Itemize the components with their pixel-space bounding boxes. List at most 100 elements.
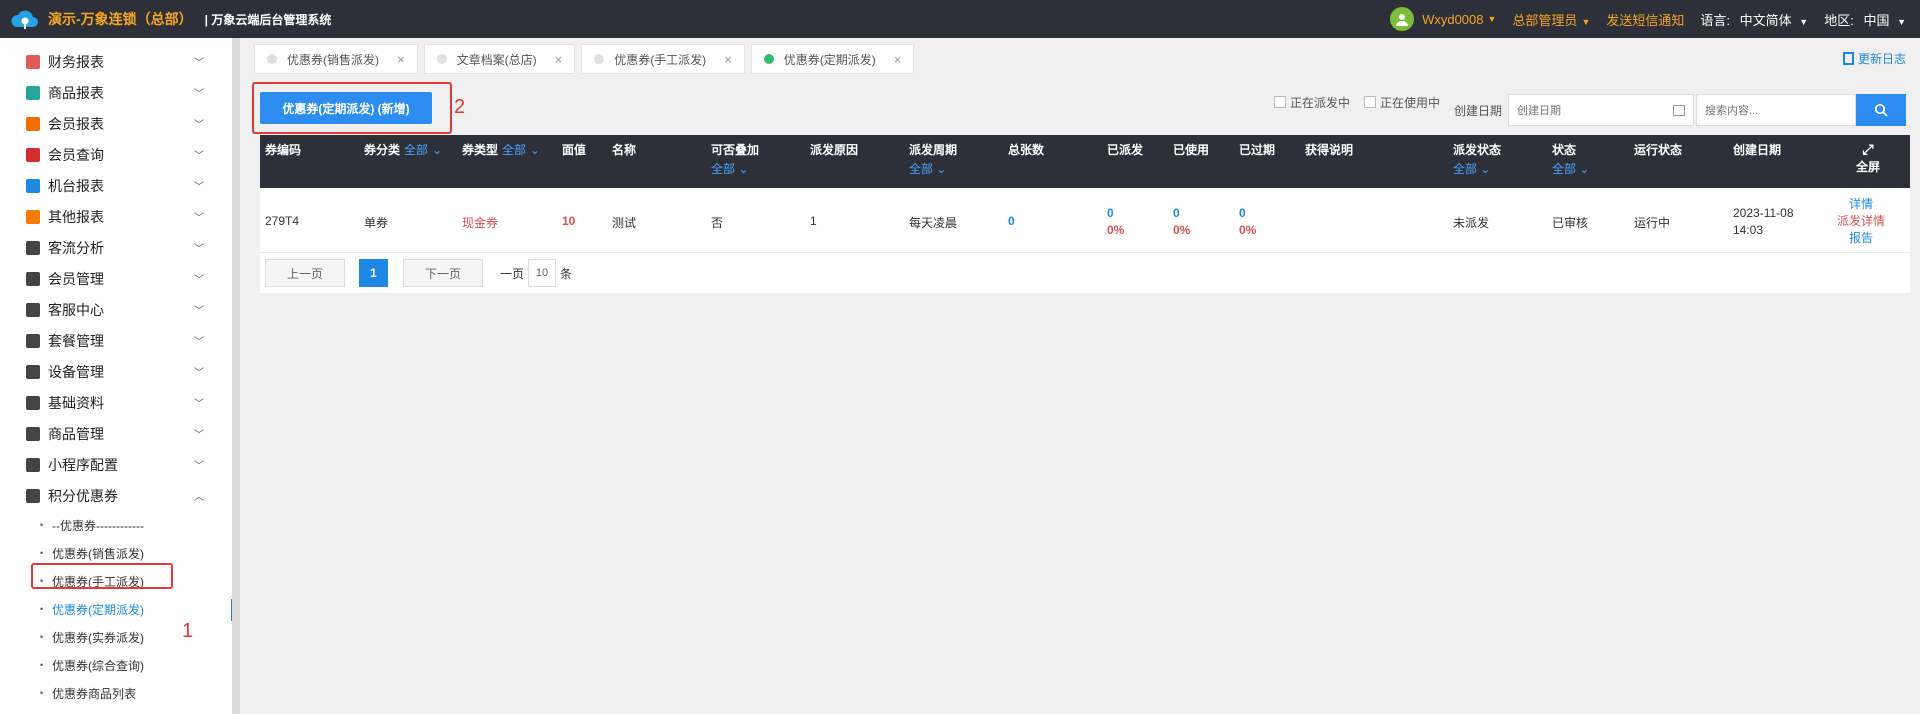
tab-label: 文章档案(总店) — [456, 52, 537, 67]
col-type-filter[interactable]: 全部 — [502, 143, 526, 157]
col-stackable[interactable]: 可否叠加 全部 ⌄ — [711, 141, 759, 177]
sms-notify-link[interactable]: 发送短信通知 — [1606, 10, 1684, 29]
chevron-down-icon: ﹀ — [194, 430, 204, 441]
sidebar-item[interactable]: 基础资料 ﹀ — [0, 387, 232, 418]
sidebar-item[interactable]: 机台报表 ﹀ — [0, 170, 232, 201]
search-button[interactable] — [1856, 94, 1906, 126]
chevron-down-icon: ⌄ — [432, 143, 443, 157]
sidebar-item[interactable]: 客流分析 ﹀ — [0, 232, 232, 263]
brand-name: 演示-万象连锁（总部） — [48, 11, 193, 27]
col-period[interactable]: 派发周期 全部 ⌄ — [909, 141, 957, 177]
cell-stackable: 否 — [711, 216, 724, 230]
search-placeholder: 搜索内容... — [1705, 105, 1759, 117]
close-icon[interactable]: × — [555, 52, 563, 67]
sidebar-item[interactable]: 套餐管理 ﹀ — [0, 325, 232, 356]
chevron-down-icon: ﹀ — [194, 461, 204, 472]
close-icon[interactable]: × — [894, 52, 902, 67]
sidebar-item[interactable]: 小程序配置 ﹀ — [0, 449, 232, 480]
sidebar-subitem[interactable]: 优惠券(实券派发) — [0, 623, 232, 651]
sidebar-item[interactable]: 客服中心 ﹀ — [0, 294, 232, 325]
col-category[interactable]: 券分类 全部 ⌄ — [364, 141, 442, 158]
document-icon — [1842, 52, 1854, 65]
expired-pct: 0% — [1239, 223, 1257, 237]
calendar-icon[interactable] — [1673, 105, 1685, 116]
region-menu[interactable]: 地区: 中国 ▼ — [1824, 10, 1906, 29]
date-placeholder: 创建日期 — [1517, 105, 1561, 117]
col-status[interactable]: 状态全部 ⌄ — [1552, 141, 1589, 177]
pagination: 上一页 1 下一页 一页 10 条 — [260, 253, 1910, 293]
menu-icon — [26, 364, 40, 379]
close-icon[interactable]: × — [397, 52, 405, 67]
menu-icon — [26, 240, 40, 255]
fullscreen-toggle[interactable]: ⤢ 全屏 — [1848, 141, 1888, 175]
user-menu[interactable]: Wxyd0008 ▼ — [1390, 7, 1496, 31]
sidebar-subitem[interactable]: 优惠券商品列表 — [0, 679, 232, 707]
sidebar-subitem[interactable]: 优惠券(综合查询) — [0, 651, 232, 679]
col-acquire: 获得说明 — [1305, 143, 1354, 157]
checkbox-box[interactable] — [1363, 96, 1376, 108]
sidebar-item-label: 设备管理 — [48, 363, 104, 380]
checkbox-box[interactable] — [1273, 96, 1286, 108]
next-page-button[interactable]: 下一页 — [403, 259, 483, 287]
report-link[interactable]: 报告 — [1826, 230, 1896, 247]
dispatched-pct: 0% — [1107, 223, 1125, 237]
sidebar-item[interactable]: 商品报表 ﹀ — [0, 77, 232, 108]
sidebar-item-label: 机台报表 — [48, 177, 104, 194]
chevron-down-icon: ﹀ — [194, 306, 204, 317]
sidebar-item[interactable]: 商品管理 ﹀ — [0, 418, 232, 449]
prev-page-button[interactable]: 上一页 — [265, 259, 345, 287]
page-number-current[interactable]: 1 — [359, 259, 388, 287]
tab-label: 优惠券(销售派发) — [287, 52, 379, 67]
tab[interactable]: 优惠券(销售派发) × — [254, 44, 418, 74]
cell-used: 0 0% — [1173, 205, 1190, 239]
sidebar-item[interactable]: 会员管理 ﹀ — [0, 263, 232, 294]
col-dispatch-status[interactable]: 派发状态 全部 ⌄ — [1453, 141, 1501, 177]
col-dispatch-status-filter[interactable]: 全部 ⌄ — [1453, 160, 1501, 177]
sidebar-item-label: 财务报表 — [48, 53, 104, 70]
col-type[interactable]: 券类型 全部 ⌄ — [462, 141, 540, 158]
col-status-label: 状态 — [1552, 143, 1577, 157]
tab[interactable]: 优惠券(手工派发) × — [581, 44, 745, 74]
menu-icon — [26, 426, 40, 441]
region-label: 地区: — [1824, 12, 1854, 28]
sidebar-item[interactable]: 其他报表 ﹀ — [0, 201, 232, 232]
sidebar-subitem[interactable]: --优惠券------------ — [0, 511, 232, 539]
sidebar-subitem[interactable]: 优惠券(定期派发) — [0, 595, 232, 623]
add-coupon-button[interactable]: 优惠券(定期派发) (新增) — [260, 92, 432, 124]
search-input[interactable]: 搜索内容... — [1696, 94, 1856, 126]
sidebar-item[interactable]: 积分优惠券 ︿ — [0, 480, 232, 511]
sidebar-item[interactable]: 设备管理 ﹀ — [0, 356, 232, 387]
tab-status-dot — [267, 54, 277, 64]
menu-icon — [26, 302, 40, 317]
close-icon[interactable]: × — [724, 52, 732, 67]
dispatch-detail-link[interactable]: 派发详情 — [1826, 213, 1896, 230]
cell-expired: 0 0% — [1239, 205, 1256, 239]
sidebar-subitem-label: 优惠券(销售派发) — [52, 546, 144, 561]
detail-link[interactable]: 详情 — [1826, 196, 1896, 213]
col-created: 创建日期 — [1733, 143, 1782, 157]
sidebar-item[interactable]: 财务报表 ﹀ — [0, 46, 232, 77]
col-period-filter[interactable]: 全部 ⌄ — [909, 160, 957, 177]
sidebar-item-label: 积分优惠券 — [48, 487, 118, 504]
col-stackable-filter[interactable]: 全部 ⌄ — [711, 160, 759, 177]
col-reason: 派发原因 — [810, 143, 859, 157]
col-expired: 已过期 — [1239, 143, 1276, 157]
tab[interactable]: 优惠券(定期派发) × — [750, 44, 915, 74]
update-log-link[interactable]: 更新日志 — [1842, 50, 1906, 67]
language-menu[interactable]: 语言: 中文简体 ▼ — [1700, 10, 1808, 29]
menu-icon — [26, 488, 40, 503]
col-status-filter[interactable]: 全部 ⌄ — [1552, 160, 1589, 177]
dispatching-checkbox[interactable]: 正在派发中 — [1273, 94, 1350, 111]
sidebar-subitem-label: 优惠券商品列表 — [52, 686, 137, 701]
role-menu[interactable]: 总部管理员 ▼ — [1512, 10, 1590, 29]
in-use-checkbox[interactable]: 正在使用中 — [1363, 94, 1440, 111]
menu-icon — [26, 395, 40, 410]
sidebar-item[interactable]: 会员报表 ﹀ — [0, 108, 232, 139]
col-category-filter[interactable]: 全部 — [404, 143, 428, 157]
update-log-label: 更新日志 — [1857, 52, 1906, 66]
sidebar-item[interactable]: 会员查询 ﹀ — [0, 139, 232, 170]
menu-icon — [26, 85, 40, 100]
page-size-input[interactable]: 10 — [528, 259, 557, 287]
tab[interactable]: 文章档案(总店) × — [423, 44, 576, 74]
date-input[interactable]: 创建日期 — [1508, 94, 1694, 126]
